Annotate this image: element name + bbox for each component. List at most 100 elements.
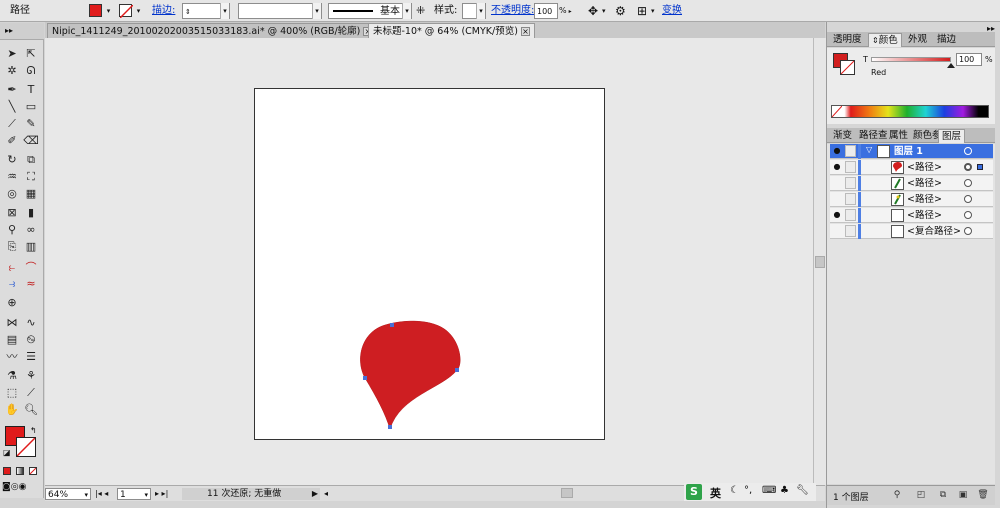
visibility-toggle[interactable] bbox=[831, 193, 843, 205]
horizontal-scroll-thumb[interactable] bbox=[561, 488, 573, 498]
current-stroke-swatch[interactable] bbox=[840, 60, 855, 75]
opacity-field[interactable]: 100 bbox=[534, 3, 558, 19]
direct-selection-tool-icon[interactable]: ⇱ bbox=[22, 46, 40, 62]
layer-row[interactable]: ● ▽ 图层 1 bbox=[830, 144, 993, 159]
free-transform-tool-icon[interactable]: ⛶ bbox=[22, 169, 40, 185]
stroke-link[interactable]: 描边: bbox=[152, 3, 175, 19]
type-tool-icon[interactable]: T bbox=[22, 82, 40, 98]
moon-icon[interactable]: ☾ bbox=[730, 485, 739, 496]
new-sublayer-icon[interactable]: ⧉ bbox=[937, 490, 949, 501]
lock-toggle[interactable] bbox=[845, 177, 856, 189]
target-circle-icon[interactable] bbox=[964, 227, 972, 235]
perspective-grid-tool-icon[interactable]: ▦ bbox=[22, 186, 40, 202]
variable-width-profile[interactable]: ▾ bbox=[238, 3, 322, 19]
target-circle-icon[interactable] bbox=[964, 195, 972, 203]
lock-toggle[interactable] bbox=[845, 209, 856, 221]
shape-builder-tool-icon[interactable]: ◎ bbox=[3, 186, 21, 202]
next-artboard-icon[interactable]: ▸ ▸| bbox=[155, 488, 168, 500]
anchor-point[interactable] bbox=[390, 323, 394, 327]
selection-tool-icon[interactable]: ➤ bbox=[3, 46, 21, 62]
new-layer-icon[interactable]: ▣ bbox=[957, 490, 969, 501]
bars-tool-icon[interactable]: ☰ bbox=[22, 349, 40, 365]
lock-toggle[interactable] bbox=[845, 145, 856, 157]
sogou-logo-icon[interactable]: S bbox=[686, 484, 702, 500]
stepper-icon[interactable]: ⇕ bbox=[185, 4, 191, 20]
opacity-unit-button[interactable]: % ▸ bbox=[559, 3, 572, 19]
scroll-left-icon[interactable]: ◂ bbox=[324, 488, 328, 500]
opacity-link[interactable]: 不透明度: bbox=[491, 3, 534, 19]
path-name[interactable]: <路径> bbox=[907, 209, 942, 222]
hand-tool-icon[interactable]: ✋ bbox=[3, 402, 21, 418]
target-circle-icon[interactable] bbox=[964, 163, 972, 171]
expand-triangle-icon[interactable]: ▽ bbox=[866, 145, 872, 154]
anchor-point[interactable] bbox=[363, 376, 367, 380]
pencil-tool-icon[interactable]: ✎ bbox=[22, 116, 40, 132]
lock-toggle[interactable] bbox=[845, 193, 856, 205]
scroll-thumb[interactable] bbox=[815, 256, 825, 268]
artboard-tool-icon[interactable]: ⬚ bbox=[3, 385, 21, 401]
width-tool-icon[interactable]: ⥼ bbox=[3, 260, 21, 276]
stroke-color-box[interactable] bbox=[16, 437, 36, 457]
tint-value-field[interactable]: 100 bbox=[956, 53, 982, 66]
document-tab-1[interactable]: Nipic_1411249_20100202003515033183.ai* @… bbox=[47, 23, 378, 38]
path-name[interactable]: <路径> bbox=[907, 177, 942, 190]
anchor-point[interactable] bbox=[388, 425, 392, 429]
target-circle-icon[interactable] bbox=[964, 147, 972, 155]
transform-link[interactable]: 变换 bbox=[662, 3, 682, 19]
gradient-mode-icon[interactable] bbox=[16, 467, 24, 475]
path-name[interactable]: <复合路径> bbox=[907, 225, 961, 238]
tab-gradient[interactable]: 渐变 bbox=[830, 129, 855, 143]
rotate-tool-icon[interactable]: ↻ bbox=[3, 152, 21, 168]
live-paint-select-tool-icon[interactable]: ⚘ bbox=[22, 368, 40, 384]
close-icon[interactable]: × bbox=[520, 27, 530, 36]
fill-color-picker[interactable]: ▾ bbox=[88, 3, 115, 19]
stroke-color-picker[interactable]: ▾ bbox=[118, 3, 145, 19]
tab-stroke[interactable]: 描边 bbox=[934, 33, 959, 47]
path-name[interactable]: <路径> bbox=[907, 193, 942, 206]
pen-tool-icon[interactable]: ✒ bbox=[3, 82, 21, 98]
wave-tool-icon[interactable]: ∿ bbox=[22, 315, 40, 331]
visibility-toggle[interactable] bbox=[831, 177, 843, 189]
eraser-tool-icon[interactable]: ⌫ bbox=[22, 133, 40, 149]
keyboard-icon[interactable]: ⌨ bbox=[762, 485, 776, 496]
tab-appearance[interactable]: 外观 bbox=[905, 33, 930, 47]
eye-icon[interactable]: ● bbox=[831, 209, 843, 221]
layer-item-row[interactable]: ● <路径> bbox=[830, 160, 993, 175]
ime-mode[interactable]: 英 bbox=[710, 485, 721, 501]
skin-icon[interactable]: ♣ bbox=[780, 485, 789, 496]
document-tab-2[interactable]: 未标题-10* @ 64% (CMYK/预览) × bbox=[368, 23, 535, 38]
eye-icon[interactable]: ● bbox=[831, 145, 843, 157]
red-drop-shape[interactable] bbox=[355, 318, 467, 434]
graphic-style-picker[interactable]: ▾ bbox=[462, 3, 486, 19]
blend-tool-icon[interactable]: ∞ bbox=[22, 222, 40, 238]
eye-icon[interactable]: ● bbox=[831, 161, 843, 173]
locate-object-icon[interactable]: ⚲ bbox=[891, 490, 903, 501]
slider-handle[interactable] bbox=[947, 63, 955, 68]
zoom-select[interactable]: 64% ▾ bbox=[45, 488, 91, 500]
path-name[interactable]: <路径> bbox=[907, 161, 942, 174]
recolor-icon[interactable]: ✥ bbox=[588, 3, 598, 19]
rectangle-tool-icon[interactable]: ▭ bbox=[22, 99, 40, 115]
chart-tool-icon[interactable]: ▤ bbox=[3, 332, 21, 348]
history-status[interactable]: 11 次还原; 无重做 ▶ bbox=[182, 488, 320, 500]
swap-icon[interactable]: ↰ bbox=[30, 426, 37, 435]
lock-toggle[interactable] bbox=[845, 225, 856, 237]
lock-toggle[interactable] bbox=[845, 161, 856, 173]
tab-transparency[interactable]: 透明度 bbox=[830, 33, 865, 47]
eyedropper-tool-icon[interactable]: ⚲ bbox=[3, 222, 21, 238]
wrench-icon[interactable]: 🔧︎ bbox=[796, 485, 809, 496]
brush-definition-select[interactable]: 基本 ▾ bbox=[328, 3, 412, 19]
target-circle-icon[interactable] bbox=[964, 179, 972, 187]
blob-brush-tool-icon[interactable]: ✐ bbox=[3, 133, 21, 149]
envelope-tool-icon[interactable]: ⋈ bbox=[3, 315, 21, 331]
tools-panel-header[interactable]: ▸▸ bbox=[0, 23, 44, 40]
layer-item-row[interactable]: ● <路径> bbox=[830, 208, 993, 223]
target-circle-icon[interactable] bbox=[964, 211, 972, 219]
artboard-select[interactable]: 1 ▾ bbox=[117, 488, 151, 500]
layer-name[interactable]: 图层 1 bbox=[894, 145, 923, 158]
tab-layers[interactable]: 图层 bbox=[938, 129, 966, 143]
first-artboard-icon[interactable]: |◂ ◂ bbox=[95, 488, 108, 500]
mesh-tool-icon[interactable]: ⊠ bbox=[3, 205, 21, 221]
gear-icon[interactable]: ⚙ bbox=[615, 3, 626, 19]
smooth-tool-icon[interactable]: ≈ bbox=[22, 276, 40, 292]
